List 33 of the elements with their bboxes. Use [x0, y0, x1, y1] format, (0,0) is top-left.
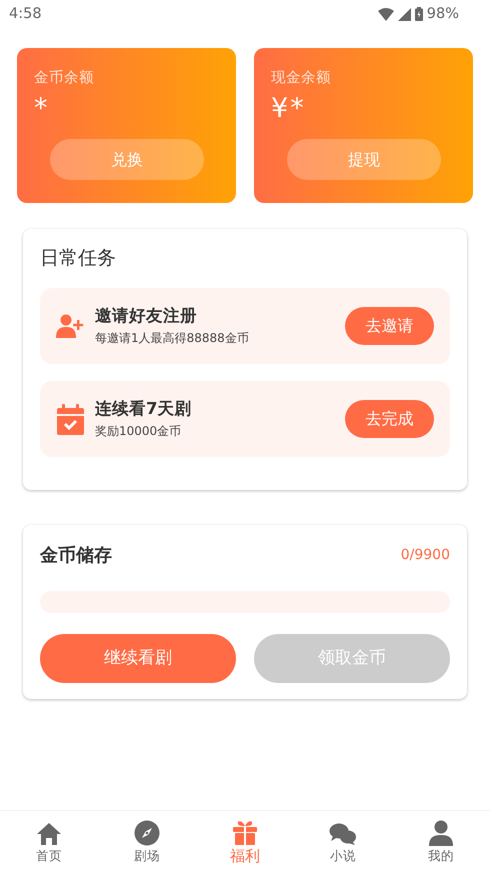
- balance-value: *: [34, 92, 48, 126]
- section-title: 金币储存: [40, 544, 112, 567]
- balance-label: 金币余额: [34, 68, 95, 87]
- currency-symbol: ¥: [271, 92, 288, 126]
- battery-percent: 98%: [426, 6, 459, 22]
- wifi-icon: [378, 8, 394, 20]
- user-icon: [429, 820, 453, 846]
- task-title: 连续看7天剧: [95, 398, 192, 420]
- status-time: 4:58: [9, 6, 42, 22]
- home-icon: [36, 822, 62, 846]
- compass-icon: [134, 820, 160, 846]
- battery-icon: [414, 7, 423, 21]
- balance-action-button[interactable]: 提现: [287, 139, 441, 180]
- balance-action-button[interactable]: 兑换: [50, 139, 204, 180]
- balance-label: 现金余额: [271, 68, 332, 87]
- task-button[interactable]: 去完成: [345, 400, 434, 438]
- tab-item[interactable]: 我的: [392, 811, 490, 871]
- progress-count: 0/9900: [400, 547, 450, 563]
- section-title: 日常任务: [40, 246, 117, 271]
- tab-item[interactable]: 福利: [196, 811, 294, 871]
- tab-item[interactable]: 首页: [0, 811, 98, 871]
- task-description: 每邀请1人最高得88888金币: [95, 330, 250, 347]
- task-button[interactable]: 去邀请: [345, 307, 434, 345]
- signal-icon: [398, 8, 411, 20]
- calendar-check-icon: [56, 404, 84, 434]
- add-user-icon: [56, 314, 84, 338]
- task-title: 邀请好友注册: [95, 305, 198, 327]
- tab-item[interactable]: 小说: [294, 811, 392, 871]
- gift-icon: [232, 819, 258, 845]
- balance-value: *: [290, 92, 304, 126]
- tab-item[interactable]: 剧场: [98, 811, 196, 871]
- task-description: 奖励10000金币: [95, 423, 182, 440]
- chat-icon: [329, 822, 357, 846]
